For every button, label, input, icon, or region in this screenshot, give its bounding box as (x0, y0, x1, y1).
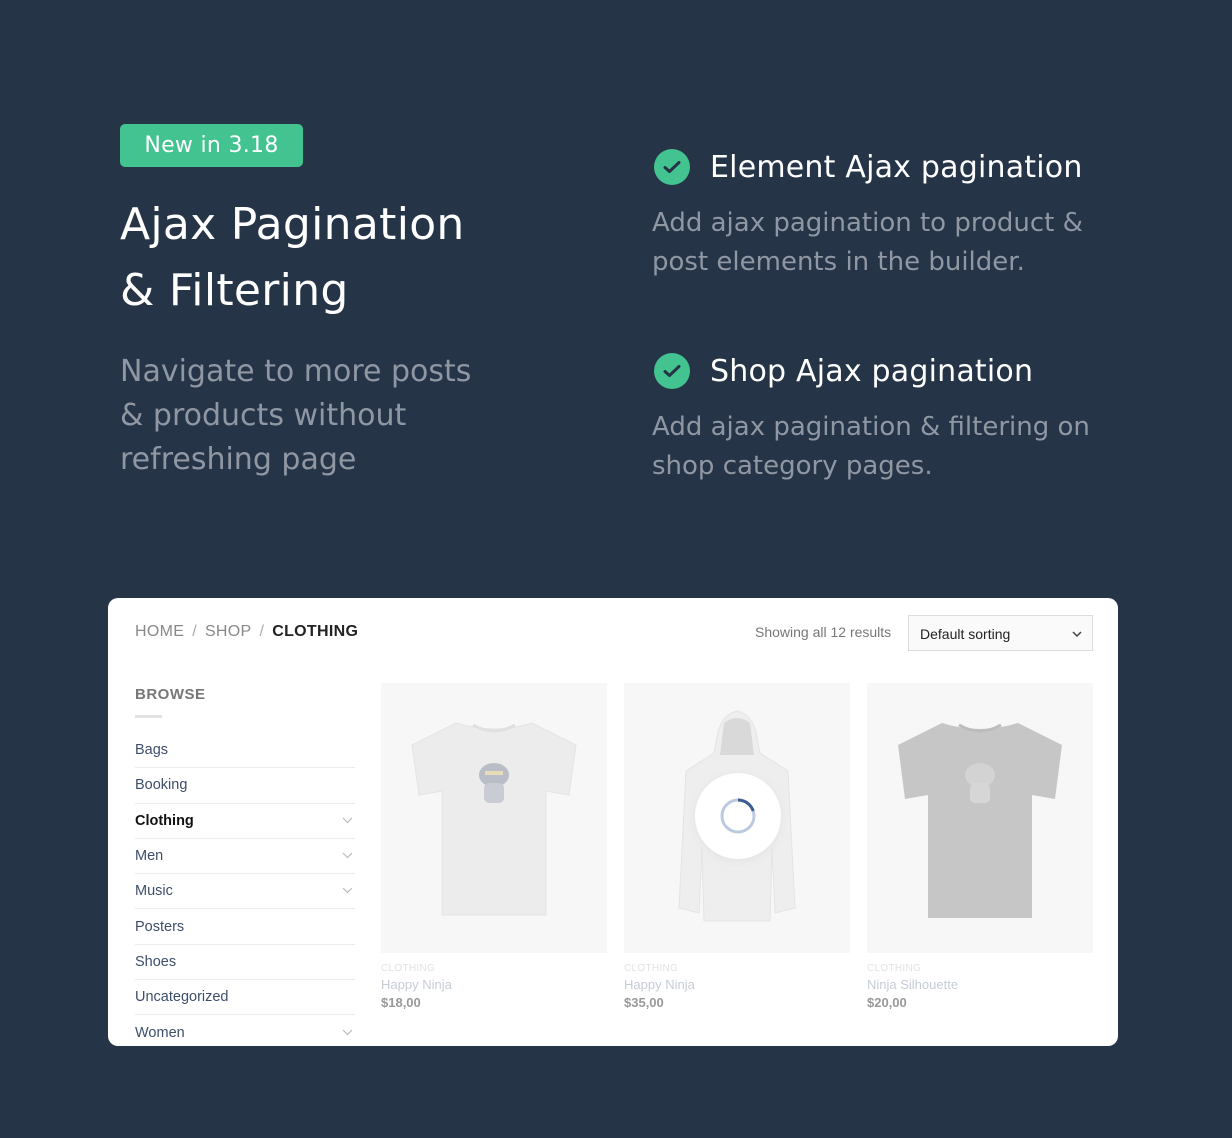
results-count: Showing all 12 results (755, 624, 892, 640)
breadcrumb-current: CLOTHING (272, 623, 359, 640)
category-item-music[interactable]: Music (135, 874, 355, 910)
category-label: Men (135, 848, 164, 865)
feature-description: Add ajax pagination to product & post el… (652, 208, 1083, 277)
feature-title: Shop Ajax pagination (710, 353, 1034, 389)
hero-title-line2: & Filtering (120, 265, 349, 316)
check-circle-icon (654, 353, 690, 389)
feature-title: Element Ajax pagination (710, 149, 1083, 185)
breadcrumb: HOME / SHOP / CLOTHING (135, 623, 358, 641)
product-name[interactable]: Ninja Silhouette (867, 977, 1093, 992)
feature-element-ajax: Element Ajax pagination Add ajax paginat… (652, 147, 1112, 282)
category-label: Booking (135, 777, 188, 794)
hero-title-line1: Ajax Pagination (120, 199, 465, 250)
hero-title: Ajax Pagination & Filtering (120, 192, 465, 324)
new-version-badge: New in 3.18 (120, 124, 303, 167)
product-price: $35,00 (624, 995, 664, 1010)
tshirt-image (898, 723, 1062, 918)
product-category: CLOTHING (624, 963, 679, 974)
category-item-posters[interactable]: Posters (135, 909, 355, 945)
category-label: Shoes (135, 953, 177, 970)
breadcrumb-separator: / (259, 623, 265, 640)
chevron-down-icon[interactable] (342, 1027, 353, 1039)
sort-selected: Default sorting (920, 626, 1011, 642)
chevron-down-icon[interactable] (342, 815, 353, 827)
breadcrumb-shop[interactable]: SHOP (205, 623, 252, 640)
category-list: Bags Booking Clothing Men Music Posters … (135, 733, 355, 1046)
breadcrumb-separator: / (192, 623, 197, 640)
product-category: CLOTHING (381, 963, 436, 974)
product-card[interactable]: CLOTHING Happy Ninja $18,00 (381, 683, 607, 1010)
chevron-down-icon[interactable] (342, 850, 353, 862)
browse-heading: BROWSE (135, 686, 206, 703)
spinner-icon (720, 798, 756, 834)
product-card[interactable]: CLOTHING Happy Ninja $35,00 (624, 683, 850, 1010)
product-price: $18,00 (381, 995, 421, 1010)
check-circle-icon (654, 149, 690, 185)
browse-divider (135, 715, 162, 718)
product-name[interactable]: Happy Ninja (381, 977, 607, 992)
product-card[interactable]: CLOTHING Ninja Silhouette $20,00 (867, 683, 1093, 1010)
category-item-uncategorized[interactable]: Uncategorized (135, 980, 355, 1016)
product-name[interactable]: Happy Ninja (624, 977, 850, 992)
product-image-white-hoodie[interactable] (624, 683, 850, 953)
category-item-bags[interactable]: Bags (135, 733, 355, 769)
loading-spinner (695, 773, 781, 859)
category-item-clothing[interactable]: Clothing (135, 804, 355, 839)
chevron-down-icon (1072, 616, 1082, 666)
category-item-men[interactable]: Men (135, 839, 355, 875)
shop-preview-card: HOME / SHOP / CLOTHING Showing all 12 result… (108, 598, 1118, 1046)
product-price: $20,00 (867, 995, 907, 1010)
sort-select[interactable]: Default sorting (908, 615, 1093, 651)
category-label: Music (135, 883, 173, 900)
category-label: Clothing (135, 812, 194, 829)
category-item-women[interactable]: Women (135, 1015, 355, 1046)
tshirt-image (411, 722, 577, 916)
category-label: Women (135, 1025, 185, 1042)
category-label: Bags (135, 742, 169, 759)
category-item-shoes[interactable]: Shoes (135, 945, 355, 981)
hero-subtitle: Navigate to more posts & products withou… (120, 354, 472, 477)
product-category: CLOTHING (867, 963, 922, 974)
feature-shop-ajax: Shop Ajax pagination Add ajax pagination… (652, 351, 1112, 486)
product-image-white-tshirt[interactable] (381, 683, 607, 953)
feature-description: Add ajax pagination & filtering on shop … (652, 412, 1090, 481)
category-label: Uncategorized (135, 989, 229, 1006)
breadcrumb-home[interactable]: HOME (135, 623, 184, 640)
category-label: Posters (135, 918, 185, 935)
chevron-down-icon[interactable] (342, 885, 353, 897)
category-item-booking[interactable]: Booking (135, 768, 355, 804)
product-image-grey-tshirt[interactable] (867, 683, 1093, 953)
